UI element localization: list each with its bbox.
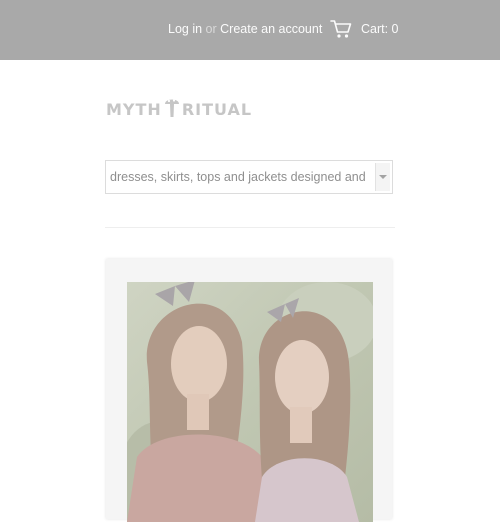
or-separator: or (205, 22, 217, 36)
chevron-down-icon[interactable] (375, 163, 390, 191)
catalog-select-value: dresses, skirts, tops and jackets design… (110, 170, 366, 184)
store-logo[interactable]: MYTH RITUAL (106, 94, 256, 124)
logo-text-myth: MYTH (106, 99, 162, 119)
hero-image-frame (106, 259, 392, 522)
mushroom-icon (164, 95, 180, 123)
catalog-select[interactable]: dresses, skirts, tops and jackets design… (105, 160, 393, 194)
cart-label: Cart: 0 (361, 22, 399, 36)
account-links: Log in or Create an account (168, 22, 322, 36)
shopping-cart-icon (330, 19, 352, 39)
hero-photo[interactable] (127, 282, 373, 522)
create-account-link[interactable]: Create an account (220, 22, 322, 36)
login-link[interactable]: Log in (168, 22, 202, 36)
logo-text-ritual: RITUAL (181, 99, 253, 119)
divider (105, 227, 395, 228)
cart-link[interactable]: Cart: 0 (330, 18, 399, 40)
top-bar: Log in or Create an account Cart: 0 (0, 0, 500, 60)
